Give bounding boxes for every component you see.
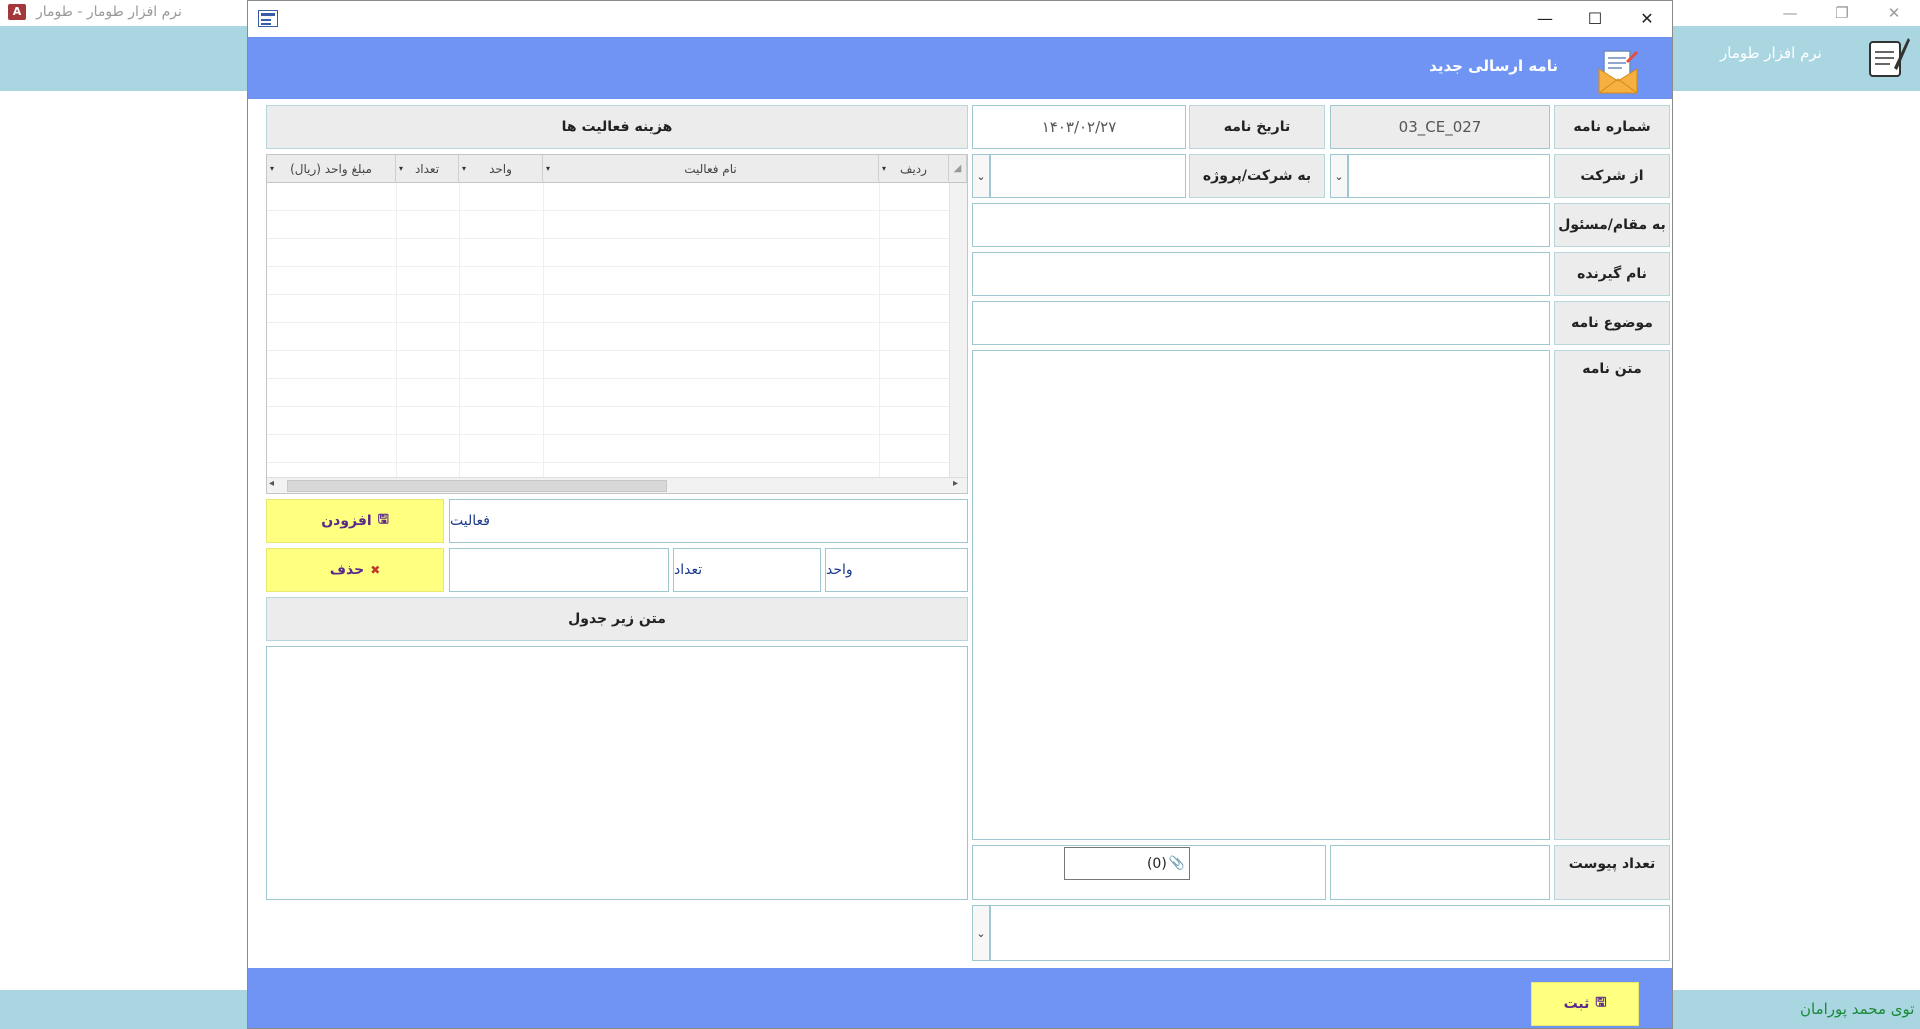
table-row[interactable] [267, 435, 949, 463]
grid-vertical-scrollbar[interactable] [949, 183, 967, 477]
recipient-name-input[interactable] [972, 252, 1550, 296]
paperclip-icon: 📎 [1168, 856, 1185, 871]
attachments-label: تعداد پیوست [1554, 845, 1670, 900]
bg-minimize-icon[interactable]: — [1770, 2, 1810, 24]
count-input[interactable]: تعداد [673, 548, 821, 592]
dropdown-arrow-icon[interactable]: ▾ [270, 155, 274, 183]
letter-date-input[interactable]: ۱۴۰۳/۰۲/۲۷ [972, 105, 1186, 149]
delete-activity-button[interactable]: ✖ حذف [266, 548, 444, 592]
table-row[interactable] [267, 295, 949, 323]
table-row[interactable] [267, 379, 949, 407]
scroll-quill-logo-icon [1869, 38, 1910, 77]
bottom-combo[interactable] [990, 905, 1670, 961]
bg-restore-icon[interactable]: ❐ [1822, 2, 1862, 24]
column-header-activity[interactable]: نام فعالیت ▾ [543, 155, 879, 183]
below-table-textarea[interactable] [266, 646, 968, 900]
chevron-down-icon[interactable]: ⌄ [972, 154, 990, 198]
table-row[interactable] [267, 267, 949, 295]
to-position-input[interactable] [972, 203, 1550, 247]
chevron-down-icon[interactable]: ⌄ [972, 905, 990, 961]
scroll-right-icon[interactable]: ▸ [953, 478, 958, 489]
background-header-title: نرم افزار طومار [1720, 44, 1822, 62]
add-activity-button[interactable]: 🖫 افزودن [266, 499, 444, 543]
background-window-title: نرم افزار طومار - طومار [36, 4, 182, 20]
table-row[interactable] [267, 407, 949, 435]
from-company-label: از شرکت [1554, 154, 1670, 198]
select-all-corner-icon[interactable]: ◢ [949, 155, 967, 183]
body-textarea[interactable] [972, 350, 1550, 840]
column-header-unit-price[interactable]: مبلغ واحد (ریال) ▾ [267, 155, 396, 183]
scrollbar-thumb[interactable] [287, 480, 667, 492]
dropdown-arrow-icon[interactable]: ▾ [462, 155, 466, 183]
unit-price-input[interactable] [449, 548, 669, 592]
attachments-count-field [1330, 845, 1550, 900]
save-disk-icon: 🖫 [1595, 995, 1607, 1010]
table-row[interactable] [267, 183, 949, 211]
minimize-button[interactable]: — [1522, 5, 1568, 33]
activity-input[interactable]: فعالیت [449, 499, 968, 543]
access-app-icon: A [8, 4, 26, 20]
letter-number-field: 03_CE_027 [1330, 105, 1550, 149]
to-company-label: به شرکت/پروژه [1189, 154, 1325, 198]
attachment-control[interactable]: (0) 📎 [1064, 847, 1190, 880]
column-header-unit[interactable]: واحد ▾ [459, 155, 543, 183]
body-label: متن نامه [1554, 350, 1670, 840]
submit-button[interactable]: 🖫 ثبت [1531, 982, 1639, 1026]
table-row[interactable] [267, 239, 949, 267]
subject-label: موضوع نامه [1554, 301, 1670, 345]
letter-number-label: شماره نامه [1554, 105, 1670, 149]
letter-envelope-icon [1598, 50, 1638, 94]
save-disk-icon: 🖫 [377, 512, 389, 527]
grid-header: ردیف ▾ نام فعالیت ▾ واحد ▾ تعداد ▾ مبلغ واحد… [267, 155, 967, 183]
new-outgoing-letter-dialog: — ☐ ✕ نامه ارسالی جدید شماره نامه 03_CE_… [247, 0, 1673, 1029]
dialog-title: نامه ارسالی جدید [1429, 57, 1558, 75]
column-header-count[interactable]: تعداد ▾ [396, 155, 459, 183]
bg-close-icon[interactable]: ✕ [1874, 2, 1914, 24]
form-icon [258, 10, 278, 27]
to-company-combo[interactable] [990, 154, 1186, 198]
dialog-footer [248, 968, 1672, 1028]
activities-grid[interactable]: ردیف ▾ نام فعالیت ▾ واحد ▾ تعداد ▾ مبلغ واحد… [266, 154, 968, 494]
dropdown-arrow-icon[interactable]: ▾ [882, 155, 886, 183]
below-table-text-title: متن زیر جدول [266, 597, 968, 641]
close-button[interactable]: ✕ [1624, 5, 1670, 33]
maximize-button[interactable]: ☐ [1572, 5, 1618, 33]
from-company-combo[interactable] [1348, 154, 1550, 198]
footer-user-name: توی محمد پورامان [1800, 1000, 1915, 1018]
table-row[interactable] [267, 323, 949, 351]
scroll-left-icon[interactable]: ◂ [269, 478, 274, 489]
to-position-label: به مقام/مسئول [1554, 203, 1670, 247]
dropdown-arrow-icon[interactable]: ▾ [546, 155, 550, 183]
recipient-name-label: نام گیرنده [1554, 252, 1670, 296]
table-row[interactable] [267, 211, 949, 239]
chevron-down-icon[interactable]: ⌄ [1330, 154, 1348, 198]
delete-icon: ✖ [370, 563, 381, 577]
subject-input[interactable] [972, 301, 1550, 345]
activities-section-title: هزینه فعالیت ها [266, 105, 968, 149]
letter-date-label: تاریخ نامه [1189, 105, 1325, 149]
grid-horizontal-scrollbar[interactable]: ◂ ▸ [267, 477, 967, 493]
column-header-row[interactable]: ردیف ▾ [879, 155, 949, 183]
attachments-count: (0) [1146, 855, 1167, 872]
table-row[interactable] [267, 351, 949, 379]
dropdown-arrow-icon[interactable]: ▾ [399, 155, 403, 183]
unit-input[interactable]: واحد [825, 548, 968, 592]
dialog-titlebar [248, 1, 1672, 37]
